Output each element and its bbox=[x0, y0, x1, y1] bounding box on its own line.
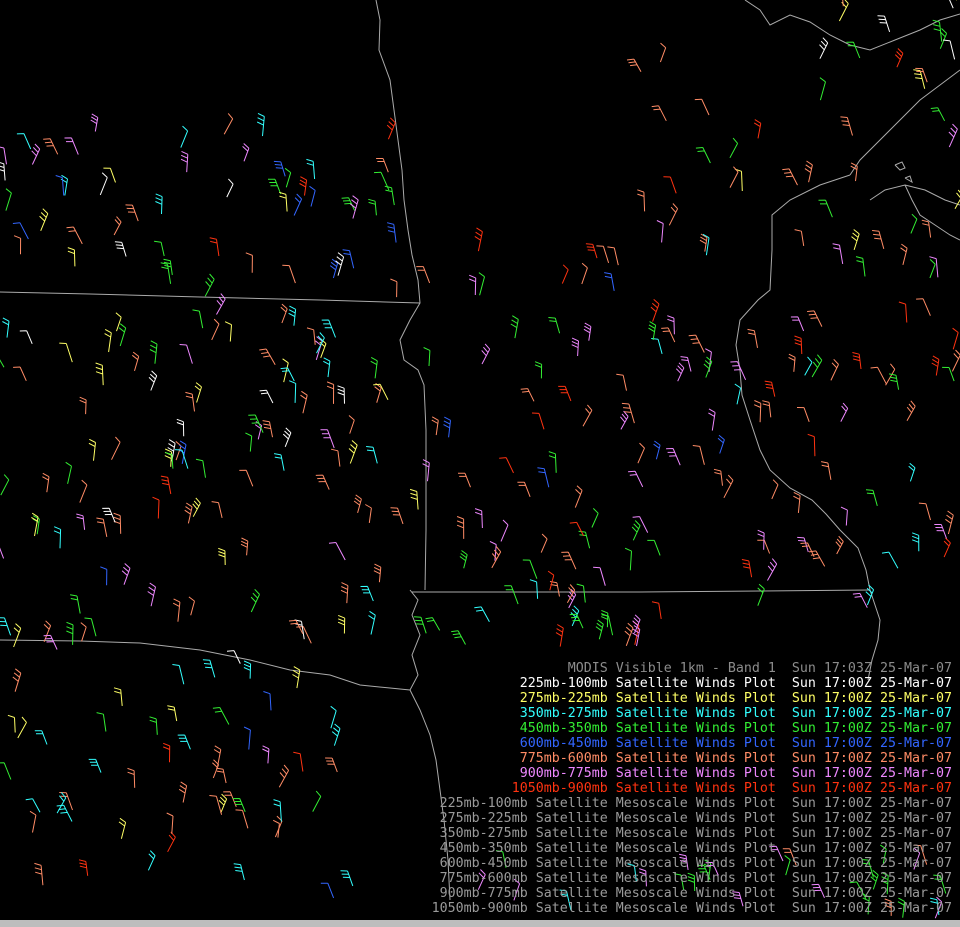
legend-line: MODIS Visible 1km - Band 1 Sun 17:03Z 25… bbox=[567, 661, 952, 676]
legend-line: 600mb-450mb Satellite Mesoscale Winds Pl… bbox=[439, 856, 952, 871]
legend-line: 1050mb-900mb Satellite Winds Plot Sun 17… bbox=[511, 781, 952, 796]
legend-line: 275mb-225mb Satellite Mesoscale Winds Pl… bbox=[439, 811, 952, 826]
legend-line: 275mb-225mb Satellite Winds Plot Sun 17:… bbox=[519, 691, 952, 706]
legend-line: 350mb-275mb Satellite Mesoscale Winds Pl… bbox=[439, 826, 952, 841]
legend-line: 450mb-350mb Satellite Mesoscale Winds Pl… bbox=[439, 841, 952, 856]
legend-line: 450mb-350mb Satellite Winds Plot Sun 17:… bbox=[519, 721, 952, 736]
legend-line: 225mb-100mb Satellite Mesoscale Winds Pl… bbox=[439, 796, 952, 811]
legend-line: 900mb-775mb Satellite Mesoscale Winds Pl… bbox=[439, 886, 952, 901]
legend-line: 350mb-275mb Satellite Winds Plot Sun 17:… bbox=[519, 706, 952, 721]
map-legend: MODIS Visible 1km - Band 1 Sun 17:03Z 25… bbox=[432, 661, 952, 916]
horizontal-scrollbar[interactable] bbox=[0, 920, 960, 927]
legend-line: 775mb-600mb Satellite Mesoscale Winds Pl… bbox=[439, 871, 952, 886]
legend-line: 900mb-775mb Satellite Winds Plot Sun 17:… bbox=[519, 766, 952, 781]
legend-line: 775mb-600mb Satellite Winds Plot Sun 17:… bbox=[519, 751, 952, 766]
legend-line: 600mb-450mb Satellite Winds Plot Sun 17:… bbox=[519, 736, 952, 751]
legend-line: 1050mb-900mb Satellite Mesoscale Winds P… bbox=[431, 901, 952, 916]
legend-line: 225mb-100mb Satellite Winds Plot Sun 17:… bbox=[519, 676, 952, 691]
